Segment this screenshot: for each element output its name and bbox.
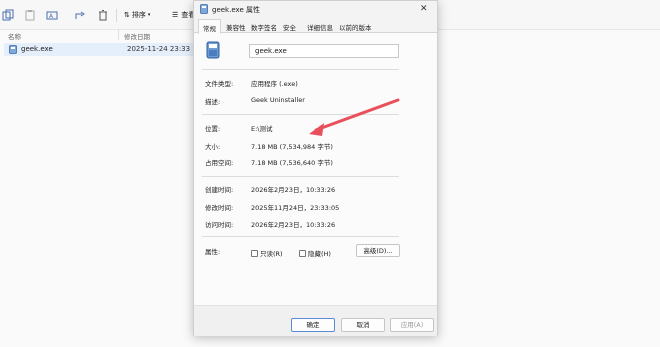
disk-size-label: 占用空间:: [205, 159, 234, 167]
filename-field[interactable]: geek.exe: [249, 44, 399, 58]
description-label: 描述:: [205, 98, 221, 106]
attributes-label: 属性:: [205, 248, 221, 256]
exe-file-icon: [200, 4, 208, 14]
hidden-checkbox[interactable]: 隐藏(H): [299, 248, 331, 258]
disk-size-value: 7.18 MB (7,536,640 字节): [251, 159, 333, 167]
file-type-value: 应用程序 (.exe): [251, 80, 298, 88]
paste-icon[interactable]: [24, 9, 36, 21]
divider: [202, 176, 399, 177]
rename-icon[interactable]: A: [46, 9, 58, 21]
exe-file-icon: [9, 45, 17, 54]
sort-label: 排序: [131, 11, 146, 19]
dialog-footer: 确定 取消 应用(A): [194, 305, 437, 336]
dialog-title: geek.exe 属性: [212, 6, 260, 14]
size-label: 大小:: [205, 143, 221, 151]
divider: [202, 69, 399, 70]
description-value: Geek Uninstaller: [251, 96, 305, 104]
sort-button[interactable]: ⇅ 排序 ▾: [124, 10, 150, 20]
modified-value: 2025年11月24日，23:33:05: [251, 204, 340, 212]
general-tab-content: geek.exe 文件类型: 应用程序 (.exe) 描述: Geek Unin…: [194, 33, 437, 305]
tab-general[interactable]: 常规: [198, 19, 221, 34]
readonly-label: 只读(R): [260, 250, 283, 258]
modified-label: 修改时间:: [205, 204, 234, 212]
accessed-label: 访问时间:: [205, 221, 234, 229]
tab-details[interactable]: 详细信息: [307, 22, 333, 32]
sort-icon: ⇅: [124, 11, 130, 19]
advanced-button[interactable]: 高级(D)...: [356, 244, 400, 257]
delete-icon[interactable]: [97, 9, 109, 21]
close-icon[interactable]: ✕: [420, 4, 428, 14]
properties-dialog: geek.exe 属性 ✕ 常规 兼容性 数字签名 安全 详细信息 以前的版本 …: [193, 0, 438, 336]
accessed-value: 2026年2月23日，10:33:26: [251, 221, 336, 229]
divider: [202, 236, 399, 237]
exe-file-icon: [206, 41, 220, 59]
share-icon[interactable]: [74, 9, 86, 21]
checkbox-box[interactable]: [251, 249, 258, 257]
checkbox-box[interactable]: [299, 249, 306, 257]
chevron-down-icon: ▾: [147, 12, 151, 18]
tab-compatibility[interactable]: 兼容性: [226, 22, 246, 32]
created-label: 创建时间:: [205, 186, 234, 194]
readonly-checkbox[interactable]: 只读(R): [251, 248, 283, 258]
size-value: 7.18 MB (7,534,984 字节): [251, 143, 333, 151]
toolbar-divider: [116, 9, 117, 22]
column-header-name[interactable]: 名称: [8, 31, 21, 41]
ok-button[interactable]: 确定: [291, 318, 335, 332]
apply-button[interactable]: 应用(A): [390, 318, 434, 332]
cancel-button[interactable]: 取消: [341, 318, 385, 332]
file-modified-date: 2025-11-24 23:33: [127, 45, 191, 53]
tab-digital-signatures[interactable]: 数字签名: [251, 22, 277, 32]
divider: [202, 114, 399, 115]
created-value: 2026年2月23日，10:33:26: [251, 186, 336, 194]
tab-security[interactable]: 安全: [283, 22, 296, 32]
file-name: geek.exe: [21, 45, 53, 53]
file-row[interactable]: geek.exe 2025-11-24 23:33: [4, 43, 194, 56]
tab-strip: 常规 兼容性 数字签名 安全 详细信息 以前的版本: [194, 19, 437, 34]
view-button[interactable]: ☰ 查看: [172, 10, 195, 20]
file-type-label: 文件类型:: [205, 80, 234, 88]
dialog-titlebar[interactable]: geek.exe 属性 ✕: [194, 1, 437, 19]
column-header-modified[interactable]: 修改日期: [124, 31, 150, 41]
location-label: 位置:: [205, 125, 221, 133]
filename-value: geek.exe: [255, 47, 287, 55]
tab-previous-versions[interactable]: 以前的版本: [339, 22, 372, 32]
hidden-label: 隐藏(H): [308, 250, 331, 258]
column-divider[interactable]: [118, 30, 119, 40]
view-icon: ☰: [172, 11, 179, 19]
location-value: E:\测试: [251, 125, 273, 133]
copy-icon[interactable]: [2, 9, 14, 21]
